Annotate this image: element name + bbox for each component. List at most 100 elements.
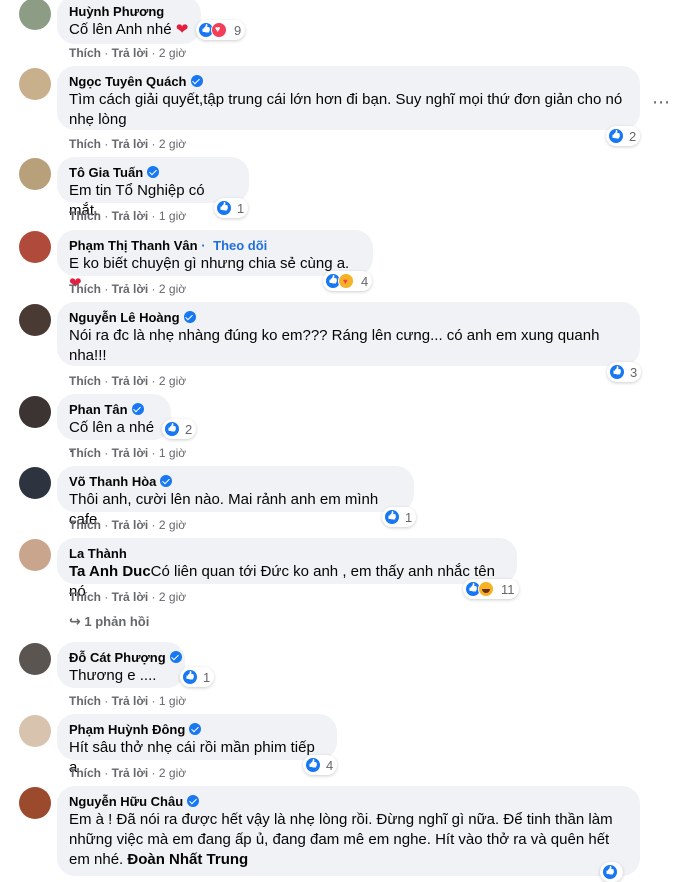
reaction-summary[interactable]: 4 bbox=[303, 755, 338, 775]
avatar[interactable] bbox=[19, 539, 51, 571]
avatar-image bbox=[19, 643, 51, 675]
more-options-icon[interactable]: ⋯ bbox=[652, 92, 670, 113]
reply-link[interactable]: Trả lời bbox=[112, 590, 149, 604]
avatar[interactable] bbox=[19, 158, 51, 190]
separator: · bbox=[148, 282, 159, 296]
reaction-summary[interactable]: 3 bbox=[607, 362, 642, 382]
like-reaction-icon bbox=[182, 669, 198, 685]
reaction-summary[interactable] bbox=[600, 862, 623, 882]
avatar[interactable] bbox=[19, 396, 51, 428]
mention-link[interactable]: Đoàn Nhất Trung bbox=[127, 851, 248, 868]
avatar[interactable] bbox=[19, 787, 51, 819]
reply-arrow-icon: ↪ bbox=[69, 613, 81, 629]
verified-badge-icon bbox=[131, 403, 144, 415]
commenter-name[interactable]: Đỗ Cát Phượng bbox=[69, 650, 166, 665]
commenter-name[interactable]: Võ Thanh Hòa bbox=[69, 474, 156, 489]
like-link[interactable]: Thích bbox=[69, 590, 101, 604]
commenter-name[interactable]: Phạm Huỳnh Đông bbox=[69, 722, 185, 737]
like-link[interactable]: Thích bbox=[69, 209, 101, 223]
reply-link[interactable]: Trả lời bbox=[112, 446, 149, 460]
reaction-summary[interactable]: 9 bbox=[196, 20, 246, 40]
separator: · bbox=[101, 282, 112, 296]
commenter-name[interactable]: Nguyễn Hữu Châu bbox=[69, 794, 183, 809]
avatar[interactable] bbox=[19, 304, 51, 336]
reply-link[interactable]: Trả lời bbox=[112, 209, 149, 223]
timestamp[interactable]: 2 giờ bbox=[159, 46, 186, 60]
timestamp[interactable]: 2 giờ bbox=[159, 590, 186, 604]
reaction-count: 3 bbox=[630, 364, 638, 380]
avatar-image bbox=[19, 304, 51, 336]
reaction-summary[interactable]: 4 bbox=[323, 271, 373, 291]
verified-badge-icon bbox=[187, 795, 200, 807]
reply-link[interactable]: Trả lời bbox=[112, 694, 149, 708]
commenter-name[interactable]: Tô Gia Tuấn bbox=[69, 165, 143, 180]
comment-actions: Thích · Trả lời · 2 giờ bbox=[69, 518, 186, 532]
like-link[interactable]: Thích bbox=[69, 446, 101, 460]
like-link[interactable]: Thích bbox=[69, 46, 101, 60]
separator: · bbox=[101, 590, 112, 604]
separator: · bbox=[148, 518, 159, 532]
mention-link[interactable]: Ta Anh Duc bbox=[69, 563, 151, 580]
like-reaction-icon bbox=[164, 421, 180, 437]
commenter-name[interactable]: Nguyễn Lê Hoàng bbox=[69, 310, 180, 325]
love-reaction-icon bbox=[211, 22, 227, 38]
commenter-name[interactable]: Huỳnh Phương bbox=[69, 4, 164, 19]
like-link[interactable]: Thích bbox=[69, 694, 101, 708]
avatar[interactable] bbox=[19, 643, 51, 675]
avatar-image bbox=[19, 231, 51, 263]
like-reaction-icon bbox=[305, 757, 321, 773]
commenter-name[interactable]: La Thành bbox=[69, 546, 127, 561]
avatar[interactable] bbox=[19, 0, 51, 30]
reaction-summary[interactable]: 2 bbox=[606, 126, 641, 146]
reaction-count: 4 bbox=[326, 757, 334, 773]
like-link[interactable]: Thích bbox=[69, 282, 101, 296]
reaction-count: 1 bbox=[405, 509, 413, 525]
like-reaction-icon bbox=[384, 509, 400, 525]
reply-link[interactable]: Trả lời bbox=[112, 518, 149, 532]
timestamp[interactable]: 2 giờ bbox=[159, 137, 186, 151]
separator: · bbox=[148, 46, 159, 60]
reaction-summary[interactable]: 11 bbox=[463, 579, 519, 599]
avatar-image bbox=[19, 396, 51, 428]
avatar[interactable] bbox=[19, 467, 51, 499]
timestamp[interactable]: 1 giờ bbox=[159, 694, 186, 708]
like-link[interactable]: Thích bbox=[69, 137, 101, 151]
comment-actions: Thích · Trả lời · 2 giờ bbox=[69, 766, 186, 780]
comment-bubble: Phạm Thị Thanh Vân · Theo dõi E ko biết … bbox=[57, 230, 373, 292]
reply-link[interactable]: Trả lời bbox=[112, 46, 149, 60]
reaction-summary[interactable]: 1 bbox=[214, 198, 249, 218]
timestamp[interactable]: 2 giờ bbox=[159, 518, 186, 532]
reply-link[interactable]: Trả lời bbox=[112, 766, 149, 780]
commenter-name[interactable]: Phạm Thị Thanh Vân bbox=[69, 238, 198, 253]
commenter-name[interactable]: Phan Tân bbox=[69, 402, 128, 417]
avatar[interactable] bbox=[19, 68, 51, 100]
avatar[interactable] bbox=[19, 715, 51, 747]
timestamp[interactable]: 1 giờ bbox=[159, 209, 186, 223]
timestamp[interactable]: 2 giờ bbox=[159, 766, 186, 780]
comment-text: Thương e .... bbox=[69, 667, 157, 684]
timestamp[interactable]: 1 giờ bbox=[159, 446, 186, 460]
verified-badge-icon bbox=[169, 651, 182, 663]
view-replies-link[interactable]: ↪ 1 phản hồi bbox=[69, 613, 149, 630]
reaction-summary[interactable]: 2 bbox=[162, 419, 197, 439]
haha-reaction-icon bbox=[478, 581, 494, 597]
reaction-summary[interactable]: 1 bbox=[180, 667, 215, 687]
like-link[interactable]: Thích bbox=[69, 766, 101, 780]
comment-actions: Thích · Trả lời · 1 giờ bbox=[69, 694, 186, 708]
commenter-name[interactable]: Ngọc Tuyên Quách bbox=[69, 74, 187, 89]
like-link[interactable]: Thích bbox=[69, 374, 101, 388]
like-link[interactable]: Thích bbox=[69, 518, 101, 532]
timestamp[interactable]: 2 giờ bbox=[159, 374, 186, 388]
comment-bubble: Võ Thanh Hòa Thôi anh, cười lên nào. Mai… bbox=[57, 466, 414, 528]
separator: · bbox=[101, 374, 112, 388]
reply-link[interactable]: Trả lời bbox=[112, 137, 149, 151]
comment-bubble: Ngọc Tuyên Quách Tìm cách giải quyết,tập… bbox=[57, 66, 640, 130]
timestamp[interactable]: 2 giờ bbox=[159, 282, 186, 296]
avatar[interactable] bbox=[19, 231, 51, 263]
reaction-summary[interactable]: 1 bbox=[382, 507, 417, 527]
reply-link[interactable]: Trả lời bbox=[112, 282, 149, 296]
reaction-count: 1 bbox=[203, 669, 211, 685]
reply-link[interactable]: Trả lời bbox=[112, 374, 149, 388]
comment-bubble: La Thành Ta Anh DucCó liên quan tới Đức … bbox=[57, 538, 517, 600]
follow-link[interactable]: Theo dõi bbox=[213, 238, 267, 253]
